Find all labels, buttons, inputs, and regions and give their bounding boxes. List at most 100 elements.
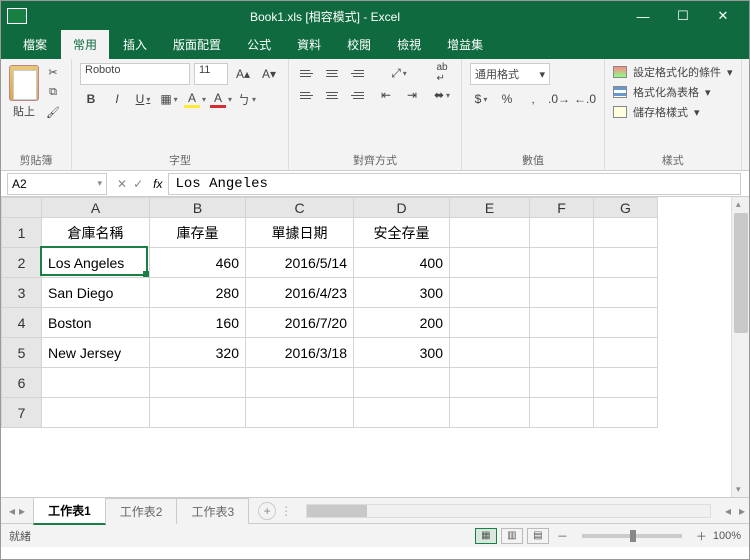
- paste-icon[interactable]: [9, 65, 39, 101]
- hscroll-left[interactable]: ◂: [721, 504, 735, 518]
- copy-button[interactable]: ⧉: [43, 83, 63, 101]
- phonetic-button[interactable]: ㄅ: [236, 89, 258, 109]
- cell-C1[interactable]: 單據日期: [246, 218, 354, 248]
- col-header-B[interactable]: B: [150, 198, 246, 218]
- worksheet-grid[interactable]: ABCDEFG1倉庫名稱庫存量單據日期安全存量2Los Angeles46020…: [1, 197, 749, 497]
- row-header-1[interactable]: 1: [2, 218, 42, 248]
- fx-icon[interactable]: fx: [153, 177, 168, 191]
- tab-nav-next[interactable]: ▸: [19, 504, 25, 518]
- increase-indent-button[interactable]: ⇥: [401, 85, 423, 105]
- comma-button[interactable]: ,: [522, 89, 544, 109]
- cell-A2[interactable]: Los Angeles: [42, 248, 150, 278]
- row-header-6[interactable]: 6: [2, 368, 42, 398]
- tab-layout[interactable]: 版面配置: [161, 30, 233, 59]
- view-page-layout-button[interactable]: ▥: [501, 528, 523, 544]
- sheet-tab-1[interactable]: 工作表1: [33, 497, 106, 525]
- cell-A4[interactable]: Boston: [42, 308, 150, 338]
- border-button[interactable]: ▦: [158, 89, 180, 109]
- decrease-font-button[interactable]: A▾: [258, 64, 280, 84]
- tab-data[interactable]: 資料: [285, 30, 333, 59]
- row-header-7[interactable]: 7: [2, 398, 42, 428]
- cell-C6[interactable]: [246, 368, 354, 398]
- col-header-G[interactable]: G: [594, 198, 658, 218]
- vertical-scrollbar[interactable]: ▴ ▾: [731, 197, 749, 497]
- cell-C4[interactable]: 2016/7/20: [246, 308, 354, 338]
- cell-A7[interactable]: [42, 398, 150, 428]
- cell-G5[interactable]: [594, 338, 658, 368]
- cell-G6[interactable]: [594, 368, 658, 398]
- orientation-button[interactable]: ⤢: [375, 63, 423, 83]
- cell-B3[interactable]: 280: [150, 278, 246, 308]
- name-box[interactable]: A2▾: [7, 173, 107, 195]
- conditional-formatting-button[interactable]: 設定格式化的條件▾: [613, 63, 733, 81]
- cell-A3[interactable]: San Diego: [42, 278, 150, 308]
- cell-A1[interactable]: 倉庫名稱: [42, 218, 150, 248]
- cell-F7[interactable]: [530, 398, 594, 428]
- fill-color-button[interactable]: A: [184, 89, 206, 109]
- minimize-button[interactable]: —: [623, 9, 663, 24]
- col-header-F[interactable]: F: [530, 198, 594, 218]
- cell-C7[interactable]: [246, 398, 354, 428]
- horizontal-scroll-thumb[interactable]: [307, 505, 367, 517]
- increase-font-button[interactable]: A▴: [232, 64, 254, 84]
- cell-A5[interactable]: New Jersey: [42, 338, 150, 368]
- wrap-text-button[interactable]: ab↵: [431, 63, 453, 83]
- increase-decimal-button[interactable]: .0→: [548, 89, 570, 109]
- cell-E4[interactable]: [450, 308, 530, 338]
- tab-home[interactable]: 常用: [61, 30, 109, 59]
- tab-formulas[interactable]: 公式: [235, 30, 283, 59]
- zoom-slider[interactable]: [582, 534, 682, 538]
- alignment-grid[interactable]: [297, 63, 367, 105]
- cell-E6[interactable]: [450, 368, 530, 398]
- cell-F3[interactable]: [530, 278, 594, 308]
- sheet-tab-2[interactable]: 工作表2: [105, 498, 178, 524]
- decrease-indent-button[interactable]: ⇤: [375, 85, 397, 105]
- formula-bar[interactable]: Los Angeles: [168, 173, 741, 195]
- cell-G2[interactable]: [594, 248, 658, 278]
- cell-styles-button[interactable]: 儲存格樣式▾: [613, 103, 733, 121]
- view-page-break-button[interactable]: ▤: [527, 528, 549, 544]
- cell-D6[interactable]: [354, 368, 450, 398]
- accept-formula-button[interactable]: ✓: [133, 177, 143, 191]
- cell-B4[interactable]: 160: [150, 308, 246, 338]
- col-header-C[interactable]: C: [246, 198, 354, 218]
- sheet-tab-3[interactable]: 工作表3: [176, 498, 249, 524]
- cell-F2[interactable]: [530, 248, 594, 278]
- cut-button[interactable]: ✂: [43, 63, 63, 81]
- row-header-3[interactable]: 3: [2, 278, 42, 308]
- row-header-4[interactable]: 4: [2, 308, 42, 338]
- cell-F4[interactable]: [530, 308, 594, 338]
- close-button[interactable]: ✕: [703, 8, 743, 24]
- view-normal-button[interactable]: ▦: [475, 528, 497, 544]
- tab-review[interactable]: 校閱: [335, 30, 383, 59]
- decrease-decimal-button[interactable]: ←.0: [574, 89, 596, 109]
- format-as-table-button[interactable]: 格式化為表格▾: [613, 83, 733, 101]
- zoom-out-button[interactable]: －: [557, 528, 568, 544]
- cell-B5[interactable]: 320: [150, 338, 246, 368]
- cell-D5[interactable]: 300: [354, 338, 450, 368]
- select-all-corner[interactable]: [2, 198, 42, 218]
- cell-B2[interactable]: 460: [150, 248, 246, 278]
- cell-F5[interactable]: [530, 338, 594, 368]
- italic-button[interactable]: I: [106, 89, 128, 109]
- vertical-scroll-thumb[interactable]: [734, 213, 748, 333]
- cell-E7[interactable]: [450, 398, 530, 428]
- row-header-2[interactable]: 2: [2, 248, 42, 278]
- maximize-button[interactable]: ☐: [663, 8, 703, 24]
- cell-B7[interactable]: [150, 398, 246, 428]
- cell-D1[interactable]: 安全存量: [354, 218, 450, 248]
- cell-G7[interactable]: [594, 398, 658, 428]
- horizontal-scrollbar[interactable]: [306, 504, 711, 518]
- zoom-in-button[interactable]: ＋: [696, 528, 707, 544]
- underline-button[interactable]: U: [132, 89, 154, 109]
- cancel-formula-button[interactable]: ✕: [117, 177, 127, 191]
- cell-B6[interactable]: [150, 368, 246, 398]
- cell-E5[interactable]: [450, 338, 530, 368]
- cell-E1[interactable]: [450, 218, 530, 248]
- cell-G1[interactable]: [594, 218, 658, 248]
- percent-button[interactable]: %: [496, 89, 518, 109]
- cell-A6[interactable]: [42, 368, 150, 398]
- bold-button[interactable]: B: [80, 89, 102, 109]
- cell-G3[interactable]: [594, 278, 658, 308]
- cell-E3[interactable]: [450, 278, 530, 308]
